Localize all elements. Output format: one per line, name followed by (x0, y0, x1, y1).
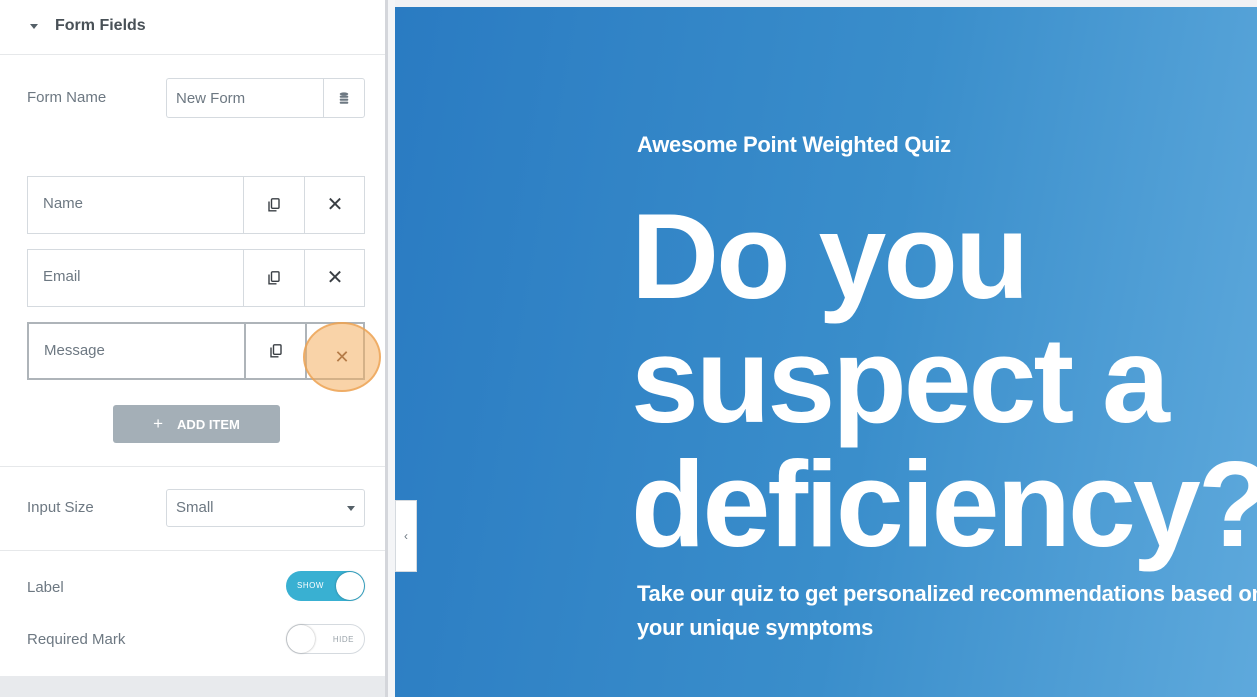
copy-icon (268, 198, 280, 212)
input-size-label: Input Size (27, 499, 94, 516)
duplicate-field-button[interactable] (244, 324, 305, 378)
divider (0, 466, 385, 467)
label-switch-label: Label (27, 579, 64, 596)
copy-icon (269, 344, 282, 358)
close-icon: ✕ (334, 347, 350, 367)
editor-panel: Form Fields Form Name New Form Name ✕ Em… (0, 0, 385, 697)
copy-icon (268, 271, 280, 285)
hero-headline: Do you suspect a deficiency? (631, 188, 1257, 572)
field-item-email[interactable]: Email ✕ (27, 249, 365, 307)
duplicate-field-button[interactable] (243, 250, 304, 306)
close-icon: ✕ (326, 267, 344, 289)
required-mark-label: Required Mark (27, 631, 126, 648)
divider (0, 550, 385, 551)
click-highlight[interactable]: ✕ (303, 322, 381, 392)
input-size-select[interactable]: Small (166, 489, 365, 527)
chevron-left-icon: ‹ (404, 529, 408, 543)
field-item-label: Name (43, 195, 84, 212)
remove-field-button[interactable]: ✕ (304, 250, 365, 306)
form-fields-section-header[interactable]: Form Fields (0, 0, 385, 55)
add-item-label: ADD ITEM (177, 416, 240, 432)
duplicate-field-button[interactable] (243, 177, 304, 233)
required-mark-toggle[interactable]: HIDE (286, 624, 365, 654)
field-item-label: Email (43, 268, 81, 285)
hero-subtext: Take our quiz to get personalized recomm… (637, 581, 1257, 640)
field-item-label: Message (44, 342, 105, 359)
add-item-button[interactable]: + ADD ITEM (113, 405, 280, 443)
form-name-input[interactable]: New Form (166, 78, 323, 118)
database-icon (339, 92, 349, 104)
panel-resize-edge[interactable] (385, 0, 395, 697)
form-name-dynamic-button[interactable] (323, 78, 365, 118)
caret-down-icon (30, 24, 38, 29)
caret-down-icon (347, 506, 355, 511)
collapse-panel-button[interactable]: ‹ (395, 500, 417, 572)
input-size-value: Small (176, 499, 214, 516)
form-name-label: Form Name (27, 89, 107, 106)
remove-field-button[interactable]: ✕ (304, 177, 365, 233)
quiz-eyebrow-title: Awesome Point Weighted Quiz (637, 132, 951, 157)
section-title: Form Fields (55, 17, 146, 34)
field-item-name[interactable]: Name ✕ (27, 176, 365, 234)
label-toggle[interactable]: SHOW (286, 571, 365, 601)
page-preview: Awesome Point Weighted Quiz Do you suspe… (395, 7, 1257, 697)
toggle-knob (336, 572, 364, 600)
close-icon: ✕ (326, 194, 344, 216)
plus-icon: + (153, 414, 164, 433)
toggle-state-text: HIDE (332, 635, 354, 644)
panel-footer (0, 676, 385, 697)
toggle-state-text: SHOW (297, 581, 324, 590)
toggle-knob (287, 625, 315, 653)
